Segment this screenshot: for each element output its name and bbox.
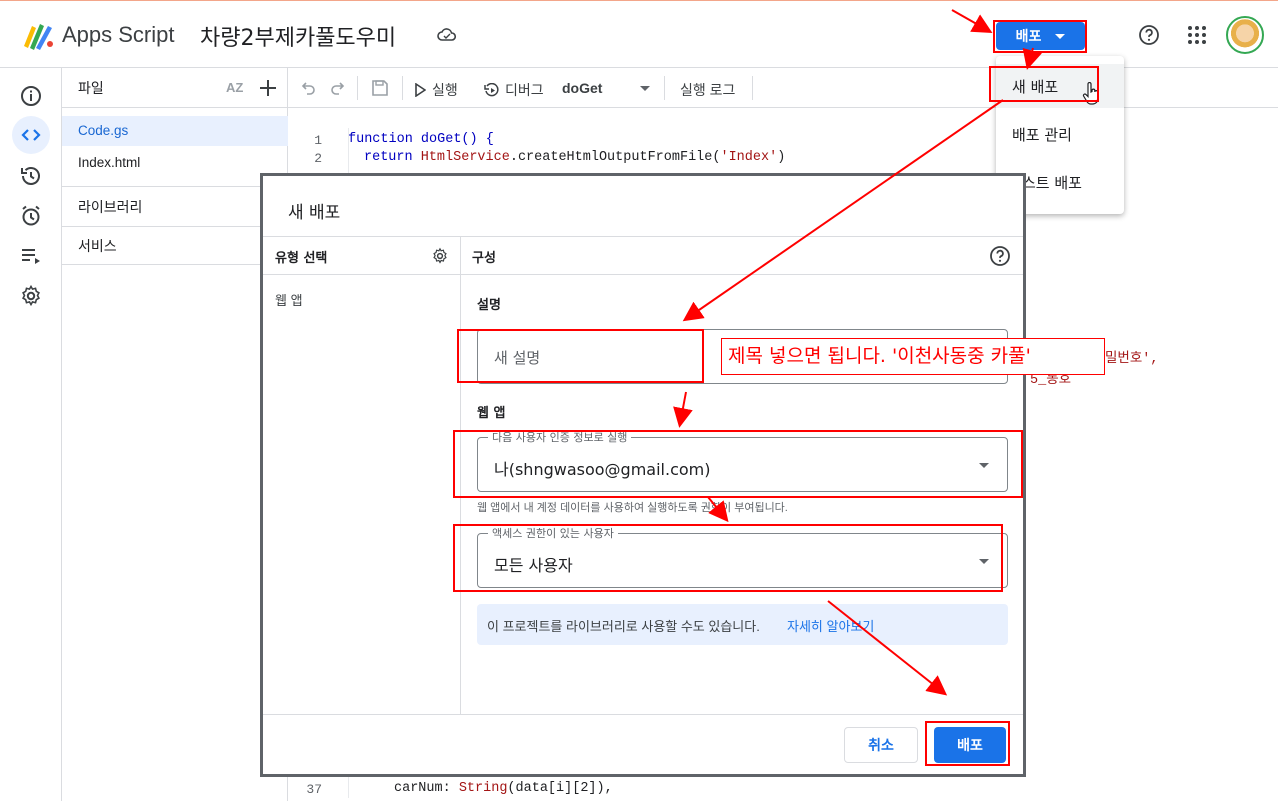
help-icon[interactable] [1138,24,1160,46]
code-token: ) [777,150,786,165]
dialog-divider [263,236,1023,237]
config-header: 구성 [472,251,496,266]
code-line: function doGet() { [348,132,494,147]
menu-item-test-deployment[interactable]: 스트 배포 [1022,172,1082,193]
code-token: function doGet() { [348,132,494,147]
files-divider [62,186,288,187]
run-label: 실행 [432,82,458,98]
chevron-down-icon [640,86,650,91]
annotation-box [993,20,1087,53]
code-line: return HtmlService.createHtmlOutputFromF… [364,150,785,165]
library-info-box: 이 프로젝트를 라이브러리로 사용할 수도 있습니다. 자세히 알아보기 [477,604,1008,645]
sort-az-icon[interactable]: AZ [226,80,243,95]
annotation-box [989,66,1099,102]
debug-button[interactable]: 디버그 [484,80,544,100]
webapp-section-label: 웹 앱 [477,406,506,421]
code-icon[interactable] [19,123,43,147]
settings-gear-icon[interactable] [19,284,43,308]
apps-grid-icon[interactable] [1187,25,1207,45]
executions-icon[interactable] [19,244,43,268]
code-token: (data[i][2]), [507,781,613,796]
type-select-header: 유형 선택 [275,251,328,266]
file-item-index-html[interactable]: Index.html [78,155,140,170]
files-title: 파일 [78,80,104,96]
function-select-value: doGet [562,80,603,96]
learn-more-link[interactable]: 자세히 알아보기 [787,616,874,635]
debug-icon [484,82,499,96]
cloud-icon [437,28,457,41]
annotation-box [453,524,1003,592]
info-icon[interactable] [19,84,43,108]
code-token: .createHtmlOutputFromFile( [509,150,721,165]
alarm-clock-icon[interactable] [19,204,43,228]
files-divider [62,264,288,265]
files-divider [62,226,288,227]
function-select[interactable]: doGet [562,80,654,98]
services-section[interactable]: 서비스 [78,236,117,256]
files-divider [62,107,288,108]
project-title[interactable]: 차량2부제카풀도우미 [200,20,396,52]
toolbar-separator [357,76,358,100]
history-icon[interactable] [19,164,43,188]
dialog-footer-divider [263,714,1023,715]
code-fragment: 밀번호', [1105,352,1159,367]
code-token: carNum: [394,781,459,796]
library-info-text: 이 프로젝트를 라이브러리로 사용할 수도 있습니다. [487,619,760,634]
apps-script-logo [24,24,53,50]
annotation-box [457,329,704,383]
dialog-divider [263,274,1023,275]
save-icon[interactable] [370,78,390,98]
app-name: Apps Script [62,22,175,47]
play-icon [415,83,426,97]
redo-icon[interactable] [329,80,345,96]
execute-as-hint: 웹 앱에서 내 계정 데이터를 사용하여 실행하도록 권한이 부여됩니다. [477,502,788,514]
code-line: carNum: String(data[i][2]), [394,781,613,796]
avatar[interactable] [1226,16,1264,54]
dialog-title: 새 배포 [288,203,341,223]
line-number: 1 [314,133,322,148]
settings-gear-icon[interactable] [431,247,449,265]
files-panel [62,68,288,801]
help-icon[interactable] [989,245,1011,267]
run-button[interactable]: 실행 [414,80,458,100]
execution-log-button[interactable]: 실행 로그 [680,80,735,100]
code-token: String [458,781,508,796]
debug-label: 디버그 [505,82,544,98]
line-number: 2 [314,151,322,166]
add-file-icon[interactable] [258,78,278,98]
code-token: HtmlService [420,150,510,165]
libraries-section[interactable]: 라이브러리 [78,197,142,217]
annotation-box [453,430,1023,498]
description-label: 설명 [477,298,501,313]
toolbar-separator [664,76,665,100]
menu-item-manage-deployments[interactable]: 배포 관리 [1012,124,1072,145]
undo-icon[interactable] [301,80,317,96]
code-token: return [364,150,413,165]
toolbar-separator [402,76,403,100]
annotation-note: 제목 넣으면 됩니다. '이천사동중 카풀' [721,338,1105,375]
cancel-button[interactable]: 취소 [844,727,918,763]
type-item-web-app[interactable]: 웹 앱 [275,290,303,309]
code-token: 'Index' [720,150,778,165]
toolbar-separator [752,76,753,100]
annotation-box [925,721,1010,766]
line-number: 37 [306,782,322,797]
file-item-label: Code.gs [78,123,129,138]
